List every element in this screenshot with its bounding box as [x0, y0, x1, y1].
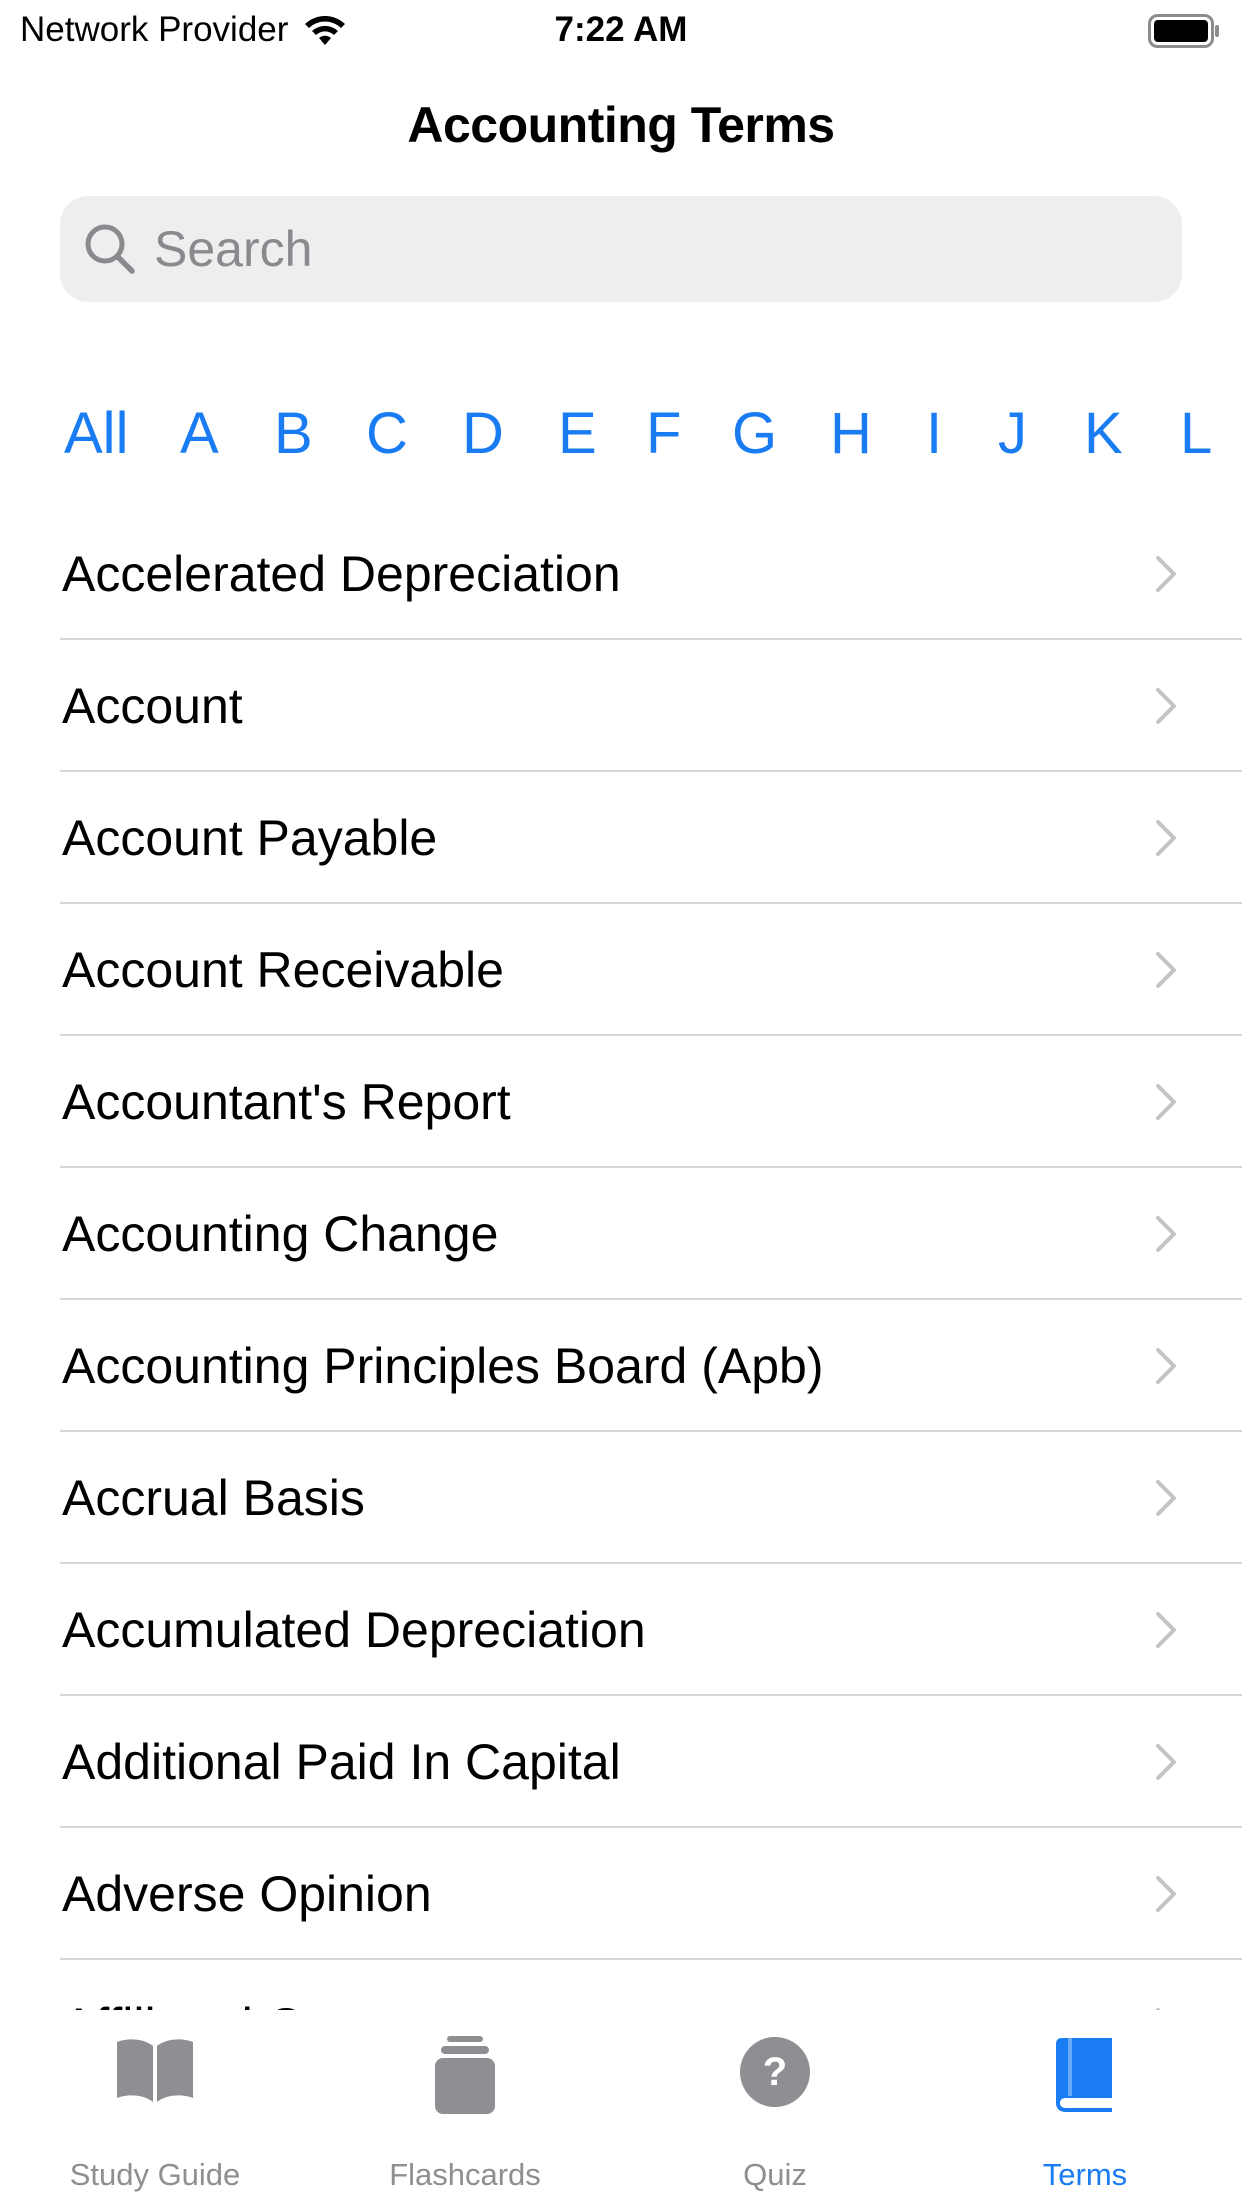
tab-flashcards[interactable]: Flashcards	[310, 2010, 620, 2208]
term-row[interactable]: Accumulated Depreciation	[0, 1564, 1242, 1696]
letter-filter-all[interactable]: All	[64, 400, 128, 467]
letter-filter-f[interactable]: F	[646, 400, 681, 467]
term-label: Account	[62, 678, 243, 734]
letter-filter-h[interactable]: H	[830, 400, 872, 467]
tab-label: Quiz	[743, 2157, 807, 2192]
search-input[interactable]	[154, 220, 1154, 278]
chevron-right-icon	[1156, 1480, 1176, 1516]
letter-filter-a[interactable]: A	[180, 400, 219, 467]
term-label: Adverse Opinion	[62, 1866, 432, 1922]
letter-filter-bar: All A B C D E F G H I J K L	[0, 400, 1242, 480]
tab-bar: Study Guide Flashcards ? Quiz Terms	[0, 2010, 1242, 2208]
term-row[interactable]: Accountant's Report	[0, 1036, 1242, 1168]
flashcards-icon	[435, 2036, 495, 2114]
page-title: Accounting Terms	[407, 97, 835, 153]
status-time: 7:22 AM	[554, 10, 688, 49]
tab-label: Terms	[1042, 2157, 1128, 2192]
book-closed-icon	[1056, 2038, 1112, 2112]
book-open-icon	[117, 2039, 193, 2102]
term-label: Accrual Basis	[62, 1470, 365, 1526]
chevron-right-icon	[1156, 1084, 1176, 1120]
letter-filter-j[interactable]: J	[998, 400, 1027, 467]
letter-filter-g[interactable]: G	[732, 400, 777, 467]
search-bar[interactable]	[60, 196, 1182, 302]
term-row[interactable]: Account Payable	[0, 772, 1242, 904]
letter-filter-l[interactable]: L	[1180, 400, 1212, 467]
term-label: Accumulated Depreciation	[62, 1602, 646, 1658]
letter-filter-c[interactable]: C	[366, 400, 408, 467]
chevron-right-icon	[1156, 1744, 1176, 1780]
term-row[interactable]: Adverse Opinion	[0, 1828, 1242, 1960]
term-label: Accountant's Report	[62, 1074, 511, 1130]
svg-text:?: ?	[763, 2050, 787, 2094]
term-row[interactable]: Affiliated Company	[0, 1960, 1242, 2010]
terms-list: Accelerated Depreciation Account Account…	[0, 508, 1242, 2010]
chevron-right-icon	[1156, 688, 1176, 724]
question-circle-icon: ?	[740, 2037, 810, 2107]
term-row[interactable]: Accounting Principles Board (Apb)	[0, 1300, 1242, 1432]
tab-quiz[interactable]: ? Quiz	[620, 2010, 930, 2208]
term-label: Account Receivable	[62, 942, 504, 998]
term-label: Account Payable	[62, 810, 438, 866]
status-bar: Network Provider 7:22 AM	[0, 0, 1242, 62]
battery-icon	[1148, 14, 1219, 48]
term-label: Accelerated Depreciation	[62, 546, 621, 602]
letter-filter-d[interactable]: D	[462, 400, 504, 467]
screen: Network Provider 7:22 AM Accounting Term…	[0, 0, 1242, 2208]
chevron-right-icon	[1156, 556, 1176, 592]
letter-filter-e[interactable]: E	[558, 400, 597, 467]
chevron-right-icon	[1156, 1876, 1176, 1912]
chevron-right-icon	[1156, 1216, 1176, 1252]
letter-filter-i[interactable]: I	[926, 400, 942, 467]
term-row[interactable]: Additional Paid In Capital	[0, 1696, 1242, 1828]
search-icon	[85, 224, 135, 274]
chevron-right-icon	[1156, 952, 1176, 988]
term-label: Affiliated Company	[62, 1997, 481, 2010]
chevron-right-icon	[1156, 1348, 1176, 1384]
term-label: Accounting Change	[62, 1206, 499, 1262]
tab-label: Flashcards	[389, 2157, 541, 2192]
chevron-right-icon	[1156, 820, 1176, 856]
term-row[interactable]: Accounting Change	[0, 1168, 1242, 1300]
chevron-right-icon	[1156, 1612, 1176, 1648]
term-row[interactable]: Account Receivable	[0, 904, 1242, 1036]
term-row[interactable]: Accelerated Depreciation	[0, 508, 1242, 640]
tab-label: Study Guide	[69, 2157, 241, 2192]
term-label: Accounting Principles Board (Apb)	[62, 1338, 824, 1394]
tab-study-guide[interactable]: Study Guide	[0, 2010, 310, 2208]
letter-filter-b[interactable]: B	[274, 400, 313, 467]
term-row[interactable]: Accrual Basis	[0, 1432, 1242, 1564]
letter-filter-k[interactable]: K	[1084, 400, 1123, 467]
term-row[interactable]: Account	[0, 640, 1242, 772]
tab-terms[interactable]: Terms	[930, 2010, 1240, 2208]
term-label: Additional Paid In Capital	[62, 1734, 621, 1790]
